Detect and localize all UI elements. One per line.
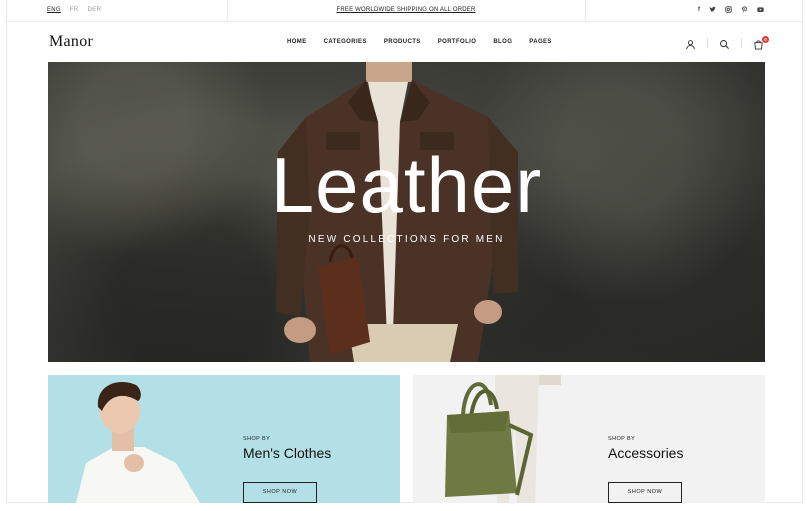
social-links: f [698,6,764,15]
language-switcher: ENG FR DER [47,7,101,13]
search-icon[interactable] [719,37,730,50]
page-frame: ENG FR DER FREE WORLDWIDE SHIPPING ON AL… [6,0,803,503]
divider [741,37,742,48]
header-actions: 0 [685,36,769,50]
twitter-icon[interactable] [709,6,716,15]
youtube-icon[interactable] [757,6,764,15]
card-eyebrow: SHOP BY [243,436,271,442]
card-title: Men's Clothes [243,445,332,461]
facebook-icon[interactable]: f [698,6,700,15]
card-eyebrow: SHOP BY [608,436,636,442]
lang-der[interactable]: DER [88,7,102,13]
site-logo[interactable]: Manor [49,33,93,51]
nav-categories[interactable]: CATEGORIES [324,39,367,45]
nav-portfolio[interactable]: PORTFOLIO [438,39,477,45]
cart-count-badge: 0 [762,36,769,43]
shop-now-button[interactable]: SHOP NOW [243,482,317,503]
main-nav: HOME CATEGORIES PRODUCTS PORTFOLIO BLOG … [287,39,552,45]
hero-banner[interactable]: Leather NEW COLLECTIONS FOR MEN [48,62,765,362]
divider [585,0,586,22]
top-bar: ENG FR DER FREE WORLDWIDE SHIPPING ON AL… [7,0,802,22]
divider [707,37,708,48]
instagram-icon[interactable] [725,6,732,15]
main-header: Manor HOME CATEGORIES PRODUCTS PORTFOLIO… [7,22,802,62]
hero-title: Leather [270,141,543,229]
nav-home[interactable]: HOME [287,39,307,45]
promo-card-mens-clothes[interactable]: SHOP BY Men's Clothes SHOP NOW [48,375,400,503]
accessories-image [445,375,561,503]
pinterest-icon[interactable] [741,6,748,15]
lang-eng[interactable]: ENG [47,7,61,13]
user-icon[interactable] [685,37,696,50]
cart-icon[interactable]: 0 [753,36,769,50]
lang-fr[interactable]: FR [70,7,79,13]
nav-products[interactable]: PRODUCTS [384,39,421,45]
hero-subtitle: NEW COLLECTIONS FOR MEN [308,234,505,245]
shipping-banner-link[interactable]: FREE WORLDWIDE SHIPPING ON ALL ORDER [227,7,585,13]
card-title: Accessories [608,445,684,461]
promo-card-accessories[interactable]: SHOP BY Accessories SHOP NOW [413,375,765,503]
mens-clothes-image [76,381,200,503]
nav-pages[interactable]: PAGES [529,39,552,45]
shop-now-button[interactable]: SHOP NOW [608,482,682,503]
nav-blog[interactable]: BLOG [493,39,512,45]
